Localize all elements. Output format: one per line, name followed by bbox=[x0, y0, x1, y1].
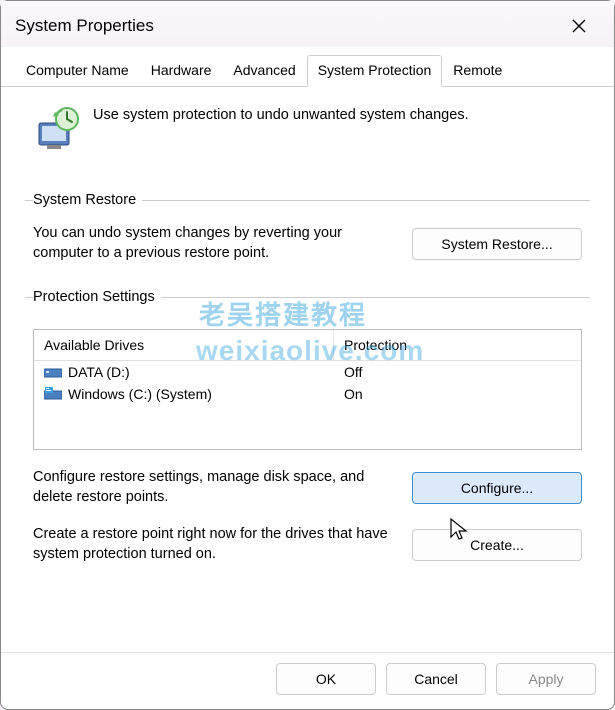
intro-row: Use system protection to undo unwanted s… bbox=[25, 99, 590, 178]
create-button[interactable]: Create... bbox=[412, 529, 582, 561]
tabs: Computer Name Hardware Advanced System P… bbox=[1, 55, 614, 87]
system-restore-group: System Restore You can undo system chang… bbox=[25, 192, 590, 275]
protection-settings-group: Protection Settings Available Drives Pro… bbox=[25, 289, 590, 576]
drive-protection: On bbox=[334, 383, 581, 405]
protection-settings-legend: Protection Settings bbox=[33, 289, 161, 305]
tab-system-protection[interactable]: System Protection bbox=[307, 55, 443, 87]
header-protection[interactable]: Protection bbox=[334, 330, 581, 360]
cancel-button[interactable]: Cancel bbox=[386, 663, 486, 695]
tab-hardware[interactable]: Hardware bbox=[140, 55, 223, 87]
system-restore-legend: System Restore bbox=[33, 192, 142, 208]
system-protection-icon bbox=[33, 105, 81, 156]
table-row[interactable]: DATA (D:) Off bbox=[34, 361, 581, 383]
create-text: Create a restore point right now for the… bbox=[33, 525, 394, 564]
drive-protection: Off bbox=[334, 361, 581, 383]
system-restore-text: You can undo system changes by reverting… bbox=[33, 224, 392, 263]
apply-button[interactable]: Apply bbox=[496, 663, 596, 695]
ok-button[interactable]: OK bbox=[276, 663, 376, 695]
system-drive-icon bbox=[44, 387, 62, 401]
dialog-footer: OK Cancel Apply bbox=[1, 652, 614, 709]
close-button[interactable] bbox=[558, 11, 600, 41]
system-properties-window: System Properties Computer Name Hardware… bbox=[0, 0, 615, 710]
tab-remote[interactable]: Remote bbox=[442, 55, 513, 87]
tab-advanced[interactable]: Advanced bbox=[222, 55, 306, 87]
close-icon bbox=[572, 19, 586, 33]
configure-text: Configure restore settings, manage disk … bbox=[33, 468, 394, 507]
window-title: System Properties bbox=[15, 16, 154, 36]
intro-text: Use system protection to undo unwanted s… bbox=[93, 105, 469, 123]
system-restore-button[interactable]: System Restore... bbox=[412, 228, 582, 260]
configure-button[interactable]: Configure... bbox=[412, 472, 582, 504]
drive-icon bbox=[44, 365, 62, 379]
tab-content: Use system protection to undo unwanted s… bbox=[1, 87, 614, 652]
header-available-drives[interactable]: Available Drives bbox=[34, 330, 334, 360]
drives-header: Available Drives Protection bbox=[34, 330, 581, 361]
drive-name: DATA (D:) bbox=[68, 364, 130, 380]
table-row[interactable]: Windows (C:) (System) On bbox=[34, 383, 581, 405]
drives-body: DATA (D:) Off Windows (C:) (System) On bbox=[34, 361, 581, 449]
tab-computer-name[interactable]: Computer Name bbox=[15, 55, 140, 87]
drives-table: Available Drives Protection DATA (D:) Of… bbox=[33, 329, 582, 450]
drive-name: Windows (C:) (System) bbox=[68, 386, 212, 402]
titlebar: System Properties bbox=[1, 1, 614, 47]
